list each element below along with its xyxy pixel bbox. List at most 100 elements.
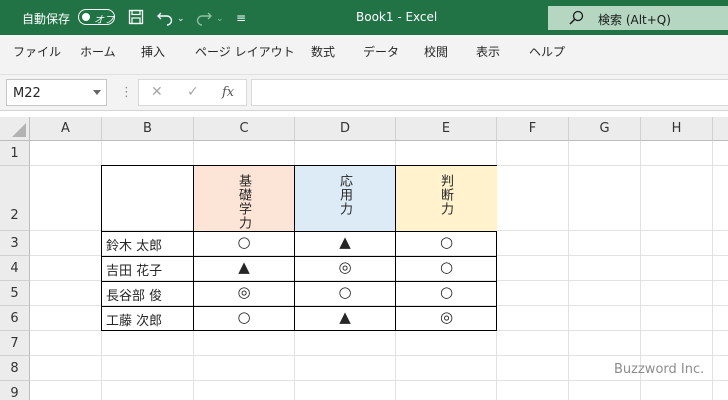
table-cell[interactable]: ◎ (193, 281, 294, 306)
tab-formulas[interactable]: 数式 (311, 43, 335, 60)
table-row[interactable]: 長谷部 俊 (101, 281, 193, 306)
gridline (712, 141, 713, 400)
insert-function-icon[interactable]: fx (222, 85, 234, 100)
rating-mark: ◎ (439, 308, 454, 326)
tab-home[interactable]: ホーム (80, 43, 116, 60)
cancel-icon[interactable]: ✕ (151, 84, 163, 100)
table-cell[interactable]: ○ (193, 306, 294, 331)
enter-icon[interactable]: ✓ (187, 84, 199, 100)
tab-file[interactable]: ファイル (13, 43, 61, 60)
column-header-h[interactable]: H (641, 117, 713, 141)
undo-icon[interactable] (156, 8, 174, 26)
column-header-f[interactable]: F (497, 117, 569, 141)
rating-mark: ○ (338, 283, 352, 301)
tab-view[interactable]: 表示 (476, 43, 500, 60)
worksheet-grid[interactable]: A B C D E F G H 1 2 3 4 5 6 7 8 9 基礎学力 応… (0, 117, 728, 400)
table-cell[interactable]: ◎ (294, 256, 395, 281)
formula-bar: M22 ⋮ ✕ ✓ fx (0, 75, 728, 111)
header-cell-kiso[interactable]: 基礎学力 (193, 165, 294, 231)
rating-mark: ▲ (339, 233, 351, 251)
tab-page-layout[interactable]: ページ レイアウト (195, 43, 295, 60)
header-cell-handan[interactable]: 判断力 (395, 165, 497, 231)
watermark: Buzzword Inc. (614, 362, 705, 377)
data-table: 基礎学力 応用力 判断力 鈴木 太郎 ○ ▲ ○ 吉田 花子 ▲ ◎ ○ 長谷部… (101, 165, 497, 331)
ribbon-collapsed-area (0, 65, 728, 75)
table-cell[interactable]: ◎ (395, 306, 497, 331)
rating-mark: ○ (439, 283, 454, 301)
search-text: 検索 (Alt+Q) (598, 13, 671, 27)
person-name: 鈴木 太郎 (106, 239, 163, 254)
tab-review[interactable]: 校閲 (424, 43, 448, 60)
title-bar: 自動保存 オフ ⌄ ⌄ ≡ Book1 - Excel 検索 (Alt+Q) (0, 0, 728, 35)
gridline (30, 355, 728, 356)
tab-data[interactable]: データ (363, 43, 399, 60)
rating-mark: ▲ (339, 308, 351, 326)
autosave-label: 自動保存 (22, 12, 71, 26)
header-label: 基礎学力 (236, 174, 251, 230)
row-header-3[interactable]: 3 (0, 231, 30, 256)
table-row[interactable]: 鈴木 太郎 (101, 231, 193, 256)
rating-mark: ○ (237, 308, 251, 326)
header-label: 応用力 (337, 174, 352, 216)
chevron-down-icon[interactable] (93, 90, 101, 95)
rating-mark: ○ (439, 233, 454, 251)
table-cell[interactable]: ○ (395, 231, 497, 256)
person-name: 工藤 次郎 (106, 314, 163, 329)
column-header-d[interactable]: D (295, 117, 396, 141)
table-cell[interactable]: ▲ (294, 306, 395, 331)
autosave-state: オフ (94, 15, 114, 26)
redo-icon[interactable] (195, 8, 213, 26)
column-header-g[interactable]: G (569, 117, 641, 141)
rating-mark: ○ (439, 258, 454, 276)
table-cell[interactable]: ○ (395, 281, 497, 306)
table-corner-cell[interactable] (101, 165, 193, 231)
table-cell[interactable]: ▲ (294, 231, 395, 256)
header-label: 判断力 (438, 174, 453, 216)
window-title: Book1 - Excel (356, 10, 438, 24)
undo-dropdown-icon[interactable]: ⌄ (177, 10, 185, 28)
row-header-6[interactable]: 6 (0, 306, 30, 331)
row-header-7[interactable]: 7 (0, 331, 30, 356)
header-cell-oyo[interactable]: 応用力 (294, 165, 395, 231)
redo-dropdown-icon[interactable]: ⌄ (216, 10, 224, 28)
column-header-e[interactable]: E (396, 117, 497, 141)
search-box[interactable]: 検索 (Alt+Q) (548, 6, 728, 30)
table-row[interactable]: 工藤 次郎 (101, 306, 193, 331)
ribbon-tabs: ファイル ホーム 挿入 ページ レイアウト 数式 データ 校閲 表示 ヘルプ (0, 35, 728, 65)
rating-mark: ◎ (338, 258, 352, 276)
table-cell[interactable]: ▲ (193, 256, 294, 281)
row-header-4[interactable]: 4 (0, 256, 30, 281)
rating-mark: ◎ (237, 283, 251, 301)
tab-insert[interactable]: 挿入 (141, 43, 165, 60)
table-cell[interactable]: ○ (294, 281, 395, 306)
row-header-9[interactable]: 9 (0, 381, 30, 400)
formula-buttons: ✕ ✓ fx (138, 79, 247, 106)
name-box[interactable]: M22 (6, 79, 107, 106)
column-header-partial[interactable] (713, 117, 728, 141)
more-icon[interactable]: ⋮ (120, 85, 133, 100)
save-icon[interactable] (128, 8, 144, 26)
table-cell[interactable]: ○ (395, 256, 497, 281)
column-header-c[interactable]: C (194, 117, 295, 141)
rating-mark: ○ (237, 233, 251, 251)
autosave-toggle[interactable]: オフ (78, 9, 115, 26)
table-row[interactable]: 吉田 花子 (101, 256, 193, 281)
customize-toolbar-icon[interactable]: ≡ (236, 9, 246, 27)
column-header-a[interactable]: A (30, 117, 102, 141)
tab-help[interactable]: ヘルプ (529, 43, 565, 60)
row-header-1[interactable]: 1 (0, 141, 30, 166)
gridline (30, 380, 728, 381)
rating-mark: ▲ (238, 258, 250, 276)
row-header-5[interactable]: 5 (0, 281, 30, 306)
row-header-2[interactable]: 2 (0, 166, 30, 231)
row-header-8[interactable]: 8 (0, 356, 30, 381)
select-all-button[interactable] (0, 117, 30, 141)
formula-input[interactable] (251, 79, 728, 106)
column-header-b[interactable]: B (102, 117, 194, 141)
gridline (568, 141, 569, 400)
select-all-icon (12, 123, 26, 137)
toggle-knob (82, 13, 90, 21)
table-cell[interactable]: ○ (193, 231, 294, 256)
name-box-value: M22 (13, 86, 41, 101)
person-name: 吉田 花子 (106, 264, 163, 279)
